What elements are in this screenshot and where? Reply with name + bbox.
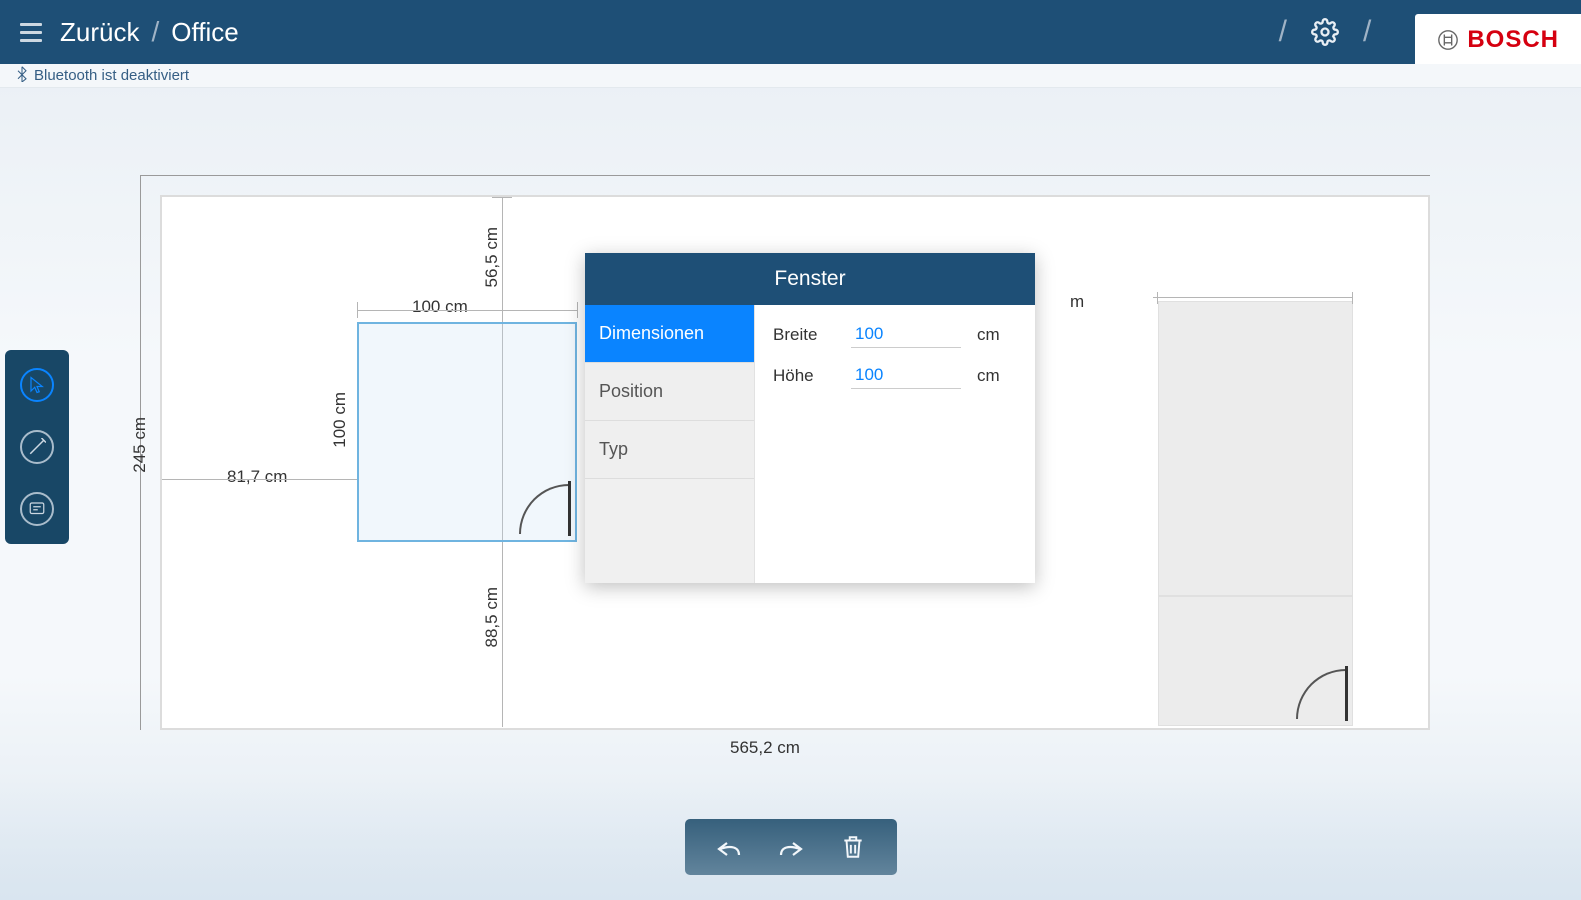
selected-window[interactable] [357,322,577,542]
door-leaf-icon [1345,666,1348,721]
width-label: Breite [773,325,843,345]
bottom-toolbar [685,819,897,875]
select-tool-button[interactable] [20,368,54,402]
door-arc-icon [1296,669,1346,719]
room-width-label: 565,2 cm [730,738,800,758]
settings-icon[interactable] [1311,18,1339,46]
popup-tabs: Dimensionen Position Typ [585,305,755,583]
fixture-block [1158,301,1353,596]
note-tool-button[interactable] [20,492,54,526]
height-label: Höhe [773,366,843,386]
door-arc-icon [519,484,569,534]
shape-height-label: 100 cm [330,392,350,448]
bottom-gap-label: 88,5 cm [482,587,502,647]
top-gap-label: 56,5 cm [482,227,502,287]
app-header: Zurück / Office / / BOSCH [0,0,1581,64]
redo-button[interactable] [775,833,807,861]
bosch-logo-icon [1437,29,1459,51]
breadcrumb: Zurück / Office [60,16,239,48]
status-bar: Bluetooth ist deaktiviert [0,64,1581,88]
tab-type[interactable]: Typ [585,421,754,479]
brand-name: BOSCH [1467,26,1559,54]
tab-position[interactable]: Position [585,363,754,421]
fixture-block [1158,596,1353,726]
height-input[interactable] [851,362,961,389]
tab-dimensions[interactable]: Dimensionen [585,305,754,363]
bluetooth-status: Bluetooth ist deaktiviert [34,67,189,84]
shape-width-label: 100 cm [412,297,468,317]
width-input[interactable] [851,321,961,348]
draw-tool-button[interactable] [20,430,54,464]
tool-panel [5,350,69,544]
door-leaf-icon [568,481,571,536]
brand-badge: BOSCH [1415,14,1581,64]
height-unit: cm [977,366,1000,386]
right-unit-label: m [1070,292,1084,312]
delete-button[interactable] [837,833,869,861]
breadcrumb-separator: / [151,16,159,48]
menu-icon[interactable] [20,23,42,42]
width-unit: cm [977,325,1000,345]
bluetooth-icon [16,66,28,86]
popup-title: Fenster [585,253,1035,305]
undo-button[interactable] [713,833,745,861]
left-gap-label: 81,7 cm [227,467,287,487]
back-button[interactable]: Zurück [60,17,139,48]
properties-popup: Fenster Dimensionen Position Typ Breite … [585,253,1035,583]
divider-slash: / [1279,15,1287,49]
popup-content: Breite cm Höhe cm [755,305,1035,583]
room-height-label: 245 cm [130,417,150,473]
divider-slash: / [1363,15,1371,49]
page-title: Office [171,17,238,48]
